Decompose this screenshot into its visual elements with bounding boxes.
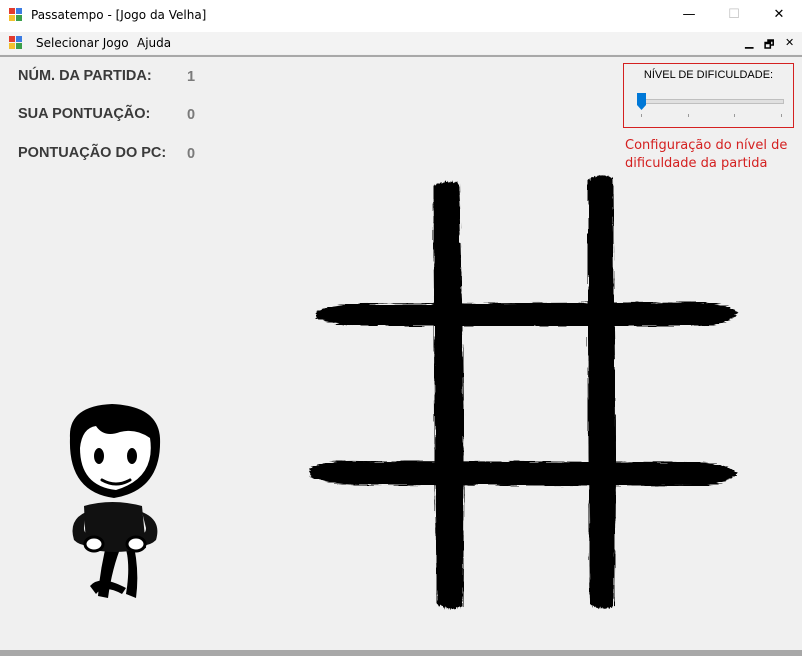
window-bottom-border — [0, 650, 802, 656]
board-line-horizontal-bottom — [310, 460, 737, 486]
character-illustration — [69, 404, 161, 598]
board-line-vertical-left — [433, 181, 464, 609]
board-line-vertical-right — [588, 175, 616, 609]
board-line-horizontal-top — [316, 302, 738, 326]
